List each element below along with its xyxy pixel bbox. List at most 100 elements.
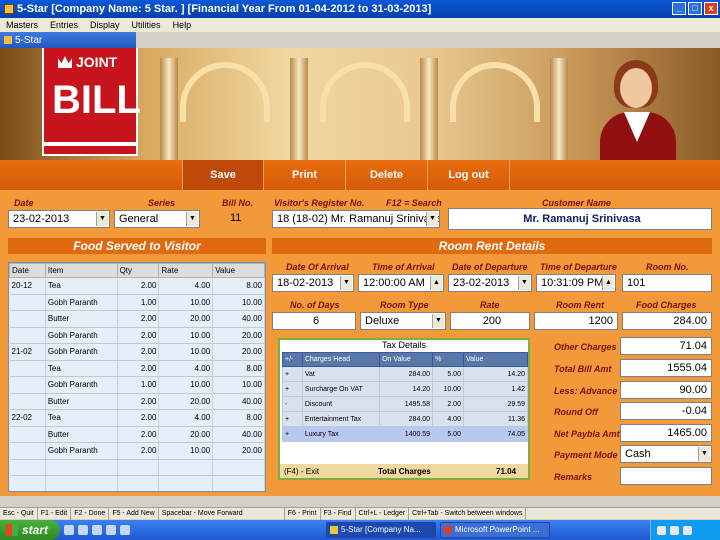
room-type-select[interactable]: Deluxe ▼ xyxy=(360,312,446,330)
col-value[interactable]: Value xyxy=(212,263,265,278)
net-payable-field[interactable]: 1465.00 xyxy=(620,424,712,442)
tax-col-sign[interactable]: +/- xyxy=(282,352,303,367)
food-row[interactable]: Butter 2.00 20.00 40.00 xyxy=(9,310,265,328)
food-charges-field[interactable]: 284.00 xyxy=(622,312,712,330)
quicklaunch-icon[interactable] xyxy=(92,525,102,535)
cell-rate[interactable] xyxy=(158,459,214,476)
other-charges-field[interactable]: 71.04 xyxy=(620,337,712,355)
departure-time-field[interactable]: 10:31:09 PM ▲ xyxy=(536,274,616,292)
tax-cell-sign[interactable]: - xyxy=(282,396,303,412)
tax-cell-sign[interactable]: + xyxy=(282,426,303,442)
cell-value[interactable]: 40.00 xyxy=(212,426,265,443)
cell-qty[interactable] xyxy=(117,459,160,476)
cell-qty[interactable]: 1.00 xyxy=(117,294,160,311)
cell-value[interactable]: 8.00 xyxy=(212,409,265,427)
cell-item[interactable] xyxy=(45,459,118,476)
tax-cell-value[interactable]: 14.20 xyxy=(462,366,529,382)
advance-field[interactable]: 90.00 xyxy=(620,381,712,399)
cell-date[interactable] xyxy=(9,475,46,491)
date-field[interactable]: 23-02-2013 ▼ xyxy=(8,210,110,228)
cell-qty[interactable]: 2.00 xyxy=(117,310,160,328)
cell-item[interactable] xyxy=(45,475,118,491)
quicklaunch-icon[interactable] xyxy=(64,525,74,535)
start-button[interactable]: start xyxy=(0,520,60,540)
food-row[interactable]: Butter 2.00 20.00 40.00 xyxy=(9,426,265,443)
chevron-down-icon[interactable]: ▼ xyxy=(432,314,444,328)
cell-item[interactable]: Tea xyxy=(45,409,118,427)
tax-cell-onvalue[interactable]: 14.20 xyxy=(379,381,434,397)
col-qty[interactable]: Qty xyxy=(116,263,160,278)
cell-value[interactable]: 20.00 xyxy=(212,327,265,344)
cell-date[interactable] xyxy=(9,360,46,377)
cell-value[interactable]: 40.00 xyxy=(212,310,265,328)
tax-cell-head[interactable]: Surcharge On VAT xyxy=(301,381,381,397)
cell-item[interactable]: Gobh Paranth xyxy=(45,376,118,394)
cell-value[interactable]: 8.00 xyxy=(212,277,265,295)
payment-mode-select[interactable]: Cash ▼ xyxy=(620,445,712,463)
quicklaunch-icon[interactable] xyxy=(78,525,88,535)
tax-cell-value[interactable]: 29.59 xyxy=(462,396,529,412)
taskbar-item-5star[interactable]: 5-Star [Company Na... xyxy=(326,522,436,538)
taskbar-item-powerpoint[interactable]: Microsoft PowerPoint ... xyxy=(440,522,550,538)
save-button[interactable]: Save xyxy=(182,160,264,190)
cell-qty[interactable]: 2.00 xyxy=(117,327,160,344)
tax-row[interactable]: - Discount 1495.58 2.00 29.59 xyxy=(282,396,529,412)
cell-value[interactable]: 20.00 xyxy=(212,343,265,361)
menu-masters[interactable]: Masters xyxy=(6,20,38,30)
cell-qty[interactable]: 2.00 xyxy=(117,393,160,410)
tray-icon[interactable] xyxy=(657,525,666,535)
cell-rate[interactable]: 4.00 xyxy=(158,360,214,377)
cell-item[interactable]: Butter xyxy=(45,426,118,443)
food-row[interactable]: Gobh Paranth 1.00 10.00 10.00 xyxy=(9,376,265,394)
col-item[interactable]: Item xyxy=(44,263,118,278)
chevron-down-icon[interactable]: ▼ xyxy=(340,276,352,290)
tax-cell-percent[interactable]: 5.00 xyxy=(432,426,464,442)
cell-qty[interactable]: 1.00 xyxy=(117,376,160,394)
cell-rate[interactable]: 10.00 xyxy=(158,294,214,311)
tax-cell-percent[interactable]: 5.00 xyxy=(432,366,464,382)
food-row[interactable] xyxy=(9,475,265,491)
col-rate[interactable]: Rate xyxy=(158,263,214,278)
logout-button[interactable]: Log out xyxy=(428,160,510,190)
tax-row[interactable]: + Vat 284.00 5.00 14.20 xyxy=(282,366,529,382)
cell-date[interactable] xyxy=(9,310,46,328)
food-row[interactable]: Gobh Paranth 2.00 10.00 20.00 xyxy=(9,442,265,460)
chevron-down-icon[interactable]: ▼ xyxy=(186,212,198,226)
cell-date[interactable]: 20-12 xyxy=(9,277,46,295)
register-select[interactable]: 18 (18-02) Mr. Ramanuj Srinivasa ▼ xyxy=(272,210,440,228)
cell-qty[interactable]: 2.00 xyxy=(117,409,160,427)
tax-cell-sign[interactable]: + xyxy=(282,381,303,397)
cell-qty[interactable]: 2.00 xyxy=(117,426,160,443)
tax-row[interactable]: + Entertainment Tax 284.00 4.00 11.36 xyxy=(282,411,529,427)
tax-col-head[interactable]: Charges Head xyxy=(301,352,381,367)
window-title-bar[interactable]: 5-Star [Company Name: 5 Star. ] [Financi… xyxy=(0,0,720,18)
remarks-field[interactable] xyxy=(620,467,712,485)
cell-item[interactable]: Tea xyxy=(45,277,118,295)
food-row[interactable] xyxy=(9,459,265,476)
tax-cell-value[interactable]: 74.05 xyxy=(462,426,529,442)
series-select[interactable]: General ▼ xyxy=(114,210,200,228)
cell-date[interactable]: 21-02 xyxy=(9,343,46,361)
tax-cell-onvalue[interactable]: 284.00 xyxy=(379,366,434,382)
cell-date[interactable] xyxy=(9,327,46,344)
cell-item[interactable]: Gobh Paranth xyxy=(45,442,118,460)
tax-cell-percent[interactable]: 2.00 xyxy=(432,396,464,412)
cell-date[interactable] xyxy=(9,442,46,460)
cell-date[interactable]: 22-02 xyxy=(9,409,46,427)
cell-value[interactable]: 40.00 xyxy=(212,393,265,410)
cell-rate[interactable]: 10.00 xyxy=(158,376,214,394)
chevron-down-icon[interactable]: ▼ xyxy=(426,212,438,226)
tax-col-percent[interactable]: % xyxy=(432,352,464,367)
food-grid[interactable]: Date Item Qty Rate Value 20-12 Tea 2.00 4.0… xyxy=(8,262,266,492)
tax-cell-head[interactable]: Discount xyxy=(301,396,381,412)
menu-entries[interactable]: Entries xyxy=(50,20,78,30)
food-row[interactable]: 20-12 Tea 2.00 4.00 8.00 xyxy=(9,277,265,295)
cell-qty[interactable]: 2.00 xyxy=(117,442,160,460)
cell-item[interactable]: Gobh Paranth xyxy=(45,294,118,311)
spinner-icon[interactable]: ▲ xyxy=(602,276,614,290)
tax-cell-head[interactable]: Entertainment Tax xyxy=(301,411,381,427)
cell-qty[interactable] xyxy=(117,475,160,491)
cell-qty[interactable]: 2.00 xyxy=(117,343,160,361)
tax-col-value[interactable]: Value xyxy=(462,352,529,367)
cell-item[interactable]: Butter xyxy=(45,310,118,328)
